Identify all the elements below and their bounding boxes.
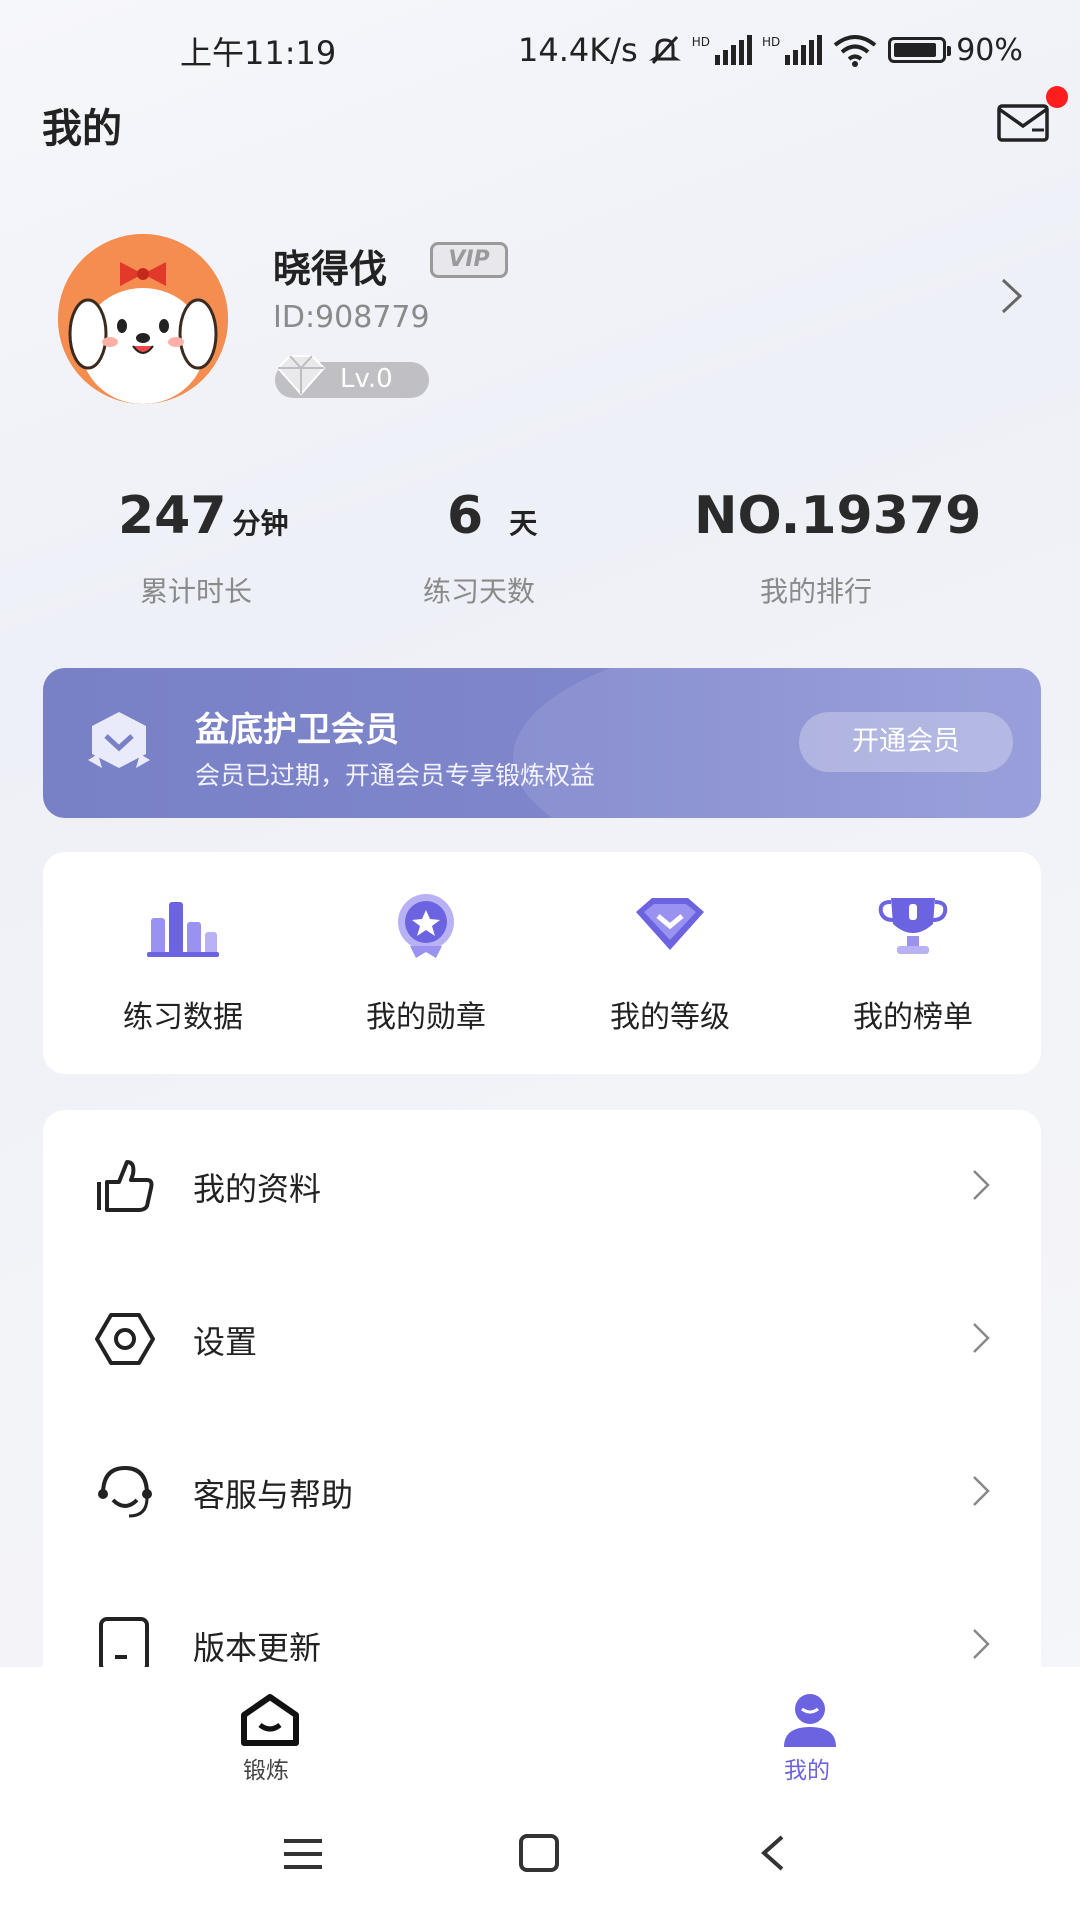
user-id: ID:908779 (273, 300, 430, 335)
medal-icon (398, 894, 454, 958)
quick-action-label: 我的榜单 (853, 1000, 973, 1035)
stat-ranking[interactable]: NO.19379 (694, 486, 981, 546)
stat-label: 累计时长 (140, 575, 253, 608)
level-text: Lv.0 (340, 364, 393, 394)
menu-item-label: 我的资料 (193, 1170, 322, 1208)
vip-badge: VIP (430, 242, 508, 278)
stat-practice-days[interactable]: 6天 (447, 486, 537, 546)
nav-tab-profile[interactable]: 我的 (740, 1667, 880, 1787)
stat-label: 练习天数 (423, 575, 536, 608)
menu-item-support[interactable]: 客服与帮助 (43, 1416, 1041, 1566)
quick-action-leaderboard[interactable]: 我的榜单 (813, 882, 1013, 1052)
headset-icon (98, 1465, 152, 1518)
back-icon[interactable] (758, 1833, 788, 1873)
chevron-right-icon (973, 1170, 990, 1200)
menu-item-label: 版本更新 (193, 1629, 322, 1667)
chevron-right-icon (973, 1323, 990, 1353)
nav-tab-label: 我的 (784, 1758, 830, 1784)
thumbs-up-icon (97, 1160, 154, 1212)
quick-action-label: 我的等级 (610, 1000, 730, 1035)
profile-icon (784, 1694, 836, 1747)
member-subtitle: 会员已过期，开通会员专享锻炼权益 (195, 761, 596, 790)
stat-value: 6 (447, 486, 484, 546)
menu-item-label: 设置 (193, 1323, 258, 1361)
stat-unit: 天 (509, 507, 538, 540)
open-membership-button[interactable]: 开通会员 (799, 712, 1013, 772)
signal-1-icon: HD (692, 35, 752, 65)
chevron-right-icon (973, 1476, 990, 1506)
quick-action-label: 练习数据 (123, 1000, 243, 1035)
mail-icon[interactable] (996, 100, 1052, 144)
menu-item-version-update[interactable]: 版本更新 (43, 1569, 1041, 1670)
nav-tab-label: 锻炼 (243, 1758, 289, 1784)
trophy-icon (878, 898, 948, 954)
username: 晓得伐 (273, 247, 388, 291)
nav-tab-exercise[interactable]: 锻炼 (200, 1667, 340, 1787)
status-indicators: 14.4K/s HD HD 90% (518, 28, 1023, 72)
stat-total-time[interactable]: 247 分钟 (118, 486, 289, 546)
stat-value: 247 (118, 486, 227, 546)
avatar[interactable] (58, 234, 228, 404)
wifi-icon (833, 35, 877, 67)
menu-card: 我的资料 设置 客服与帮助 版本更新 (43, 1110, 1041, 1670)
quick-action-levels[interactable]: 我的等级 (570, 882, 770, 1052)
page-title: 我的 (42, 106, 122, 152)
chevron-right-icon[interactable] (998, 276, 1026, 316)
quick-action-medals[interactable]: 我的勋章 (326, 882, 526, 1052)
menu-icon[interactable] (282, 1837, 324, 1871)
member-title: 盆底护卫会员 (195, 710, 399, 750)
status-time: 上午11:19 (180, 34, 337, 72)
stat-value: NO.19379 (694, 486, 982, 546)
menu-item-profile-info[interactable]: 我的资料 (43, 1110, 1041, 1260)
quick-action-practice-data[interactable]: 练习数据 (83, 882, 283, 1052)
system-nav-bar (0, 1787, 1080, 1920)
stat-label: 我的排行 (760, 575, 873, 608)
avatar-dog-icon (58, 234, 228, 404)
home-icon[interactable] (518, 1833, 560, 1873)
notification-dot (1046, 86, 1068, 108)
menu-item-label: 客服与帮助 (193, 1476, 354, 1514)
network-speed: 14.4K/s (518, 31, 638, 69)
level-gem-icon (276, 355, 326, 396)
bar-chart-icon (147, 902, 219, 957)
level-diamond-icon (636, 898, 704, 950)
signal-2-icon: HD (762, 35, 823, 65)
menu-item-settings[interactable]: 设置 (43, 1263, 1041, 1413)
quick-actions-card: 练习数据 我的勋章 我的等级 我的榜单 (43, 852, 1041, 1074)
settings-hex-icon (95, 1313, 155, 1365)
mute-bell-icon (648, 35, 681, 65)
update-icon (99, 1617, 149, 1670)
battery-icon (888, 37, 952, 63)
member-shield-icon (88, 712, 150, 768)
chevron-right-icon (973, 1629, 990, 1659)
quick-action-label: 我的勋章 (366, 1000, 486, 1035)
exercise-icon (241, 1694, 299, 1746)
stat-unit: 分钟 (232, 507, 289, 540)
bottom-nav: 锻炼 我的 (0, 1667, 1080, 1787)
battery-percent: 90% (956, 32, 1023, 68)
